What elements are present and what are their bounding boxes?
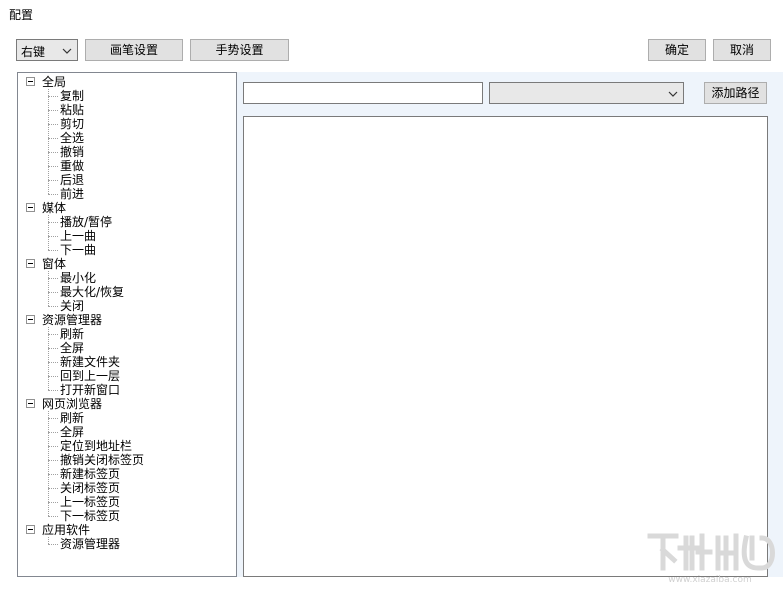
tree-item[interactable]: 播放/暂停 xyxy=(60,215,112,229)
mouse-button-value: 右键 xyxy=(21,45,46,59)
tree-item[interactable]: 最小化 xyxy=(60,271,96,285)
tree-group[interactable]: 资源管理器 xyxy=(42,313,102,327)
tree-group[interactable]: 网页浏览器 xyxy=(42,397,102,411)
tree-item[interactable]: 后退 xyxy=(60,173,84,187)
tree-group[interactable]: 媒体 xyxy=(42,201,66,215)
tree-item[interactable]: 新建标签页 xyxy=(60,467,120,481)
path-input[interactable] xyxy=(243,82,483,104)
tree-item[interactable]: 全屏 xyxy=(60,425,84,439)
tree-item[interactable]: 刷新 xyxy=(60,327,84,341)
tree-item[interactable]: 前进 xyxy=(60,187,84,201)
collapse-icon[interactable] xyxy=(26,315,35,324)
pen-settings-button[interactable]: 画笔设置 xyxy=(85,39,183,61)
tree-item[interactable]: 上一标签页 xyxy=(60,495,120,509)
tree-item[interactable]: 撤销 xyxy=(60,145,84,159)
tree-item[interactable]: 撤销关闭标签页 xyxy=(60,453,144,467)
tree-item[interactable]: 下一曲 xyxy=(60,243,96,257)
tree-item[interactable]: 刷新 xyxy=(60,411,84,425)
add-path-button[interactable]: 添加路径 xyxy=(704,82,767,104)
ok-button[interactable]: 确定 xyxy=(648,39,706,61)
tree-item[interactable]: 最大化/恢复 xyxy=(60,285,124,299)
tree-item[interactable]: 粘贴 xyxy=(60,103,84,117)
gesture-canvas[interactable] xyxy=(243,116,768,577)
tree-group[interactable]: 窗体 xyxy=(42,257,66,271)
watermark-logo: www.xiazaiba.com xyxy=(647,533,775,585)
collapse-icon[interactable] xyxy=(26,203,35,212)
chevron-down-icon xyxy=(62,48,72,54)
chevron-down-icon xyxy=(668,91,678,97)
window-title: 配置 xyxy=(9,8,34,22)
tree-group[interactable]: 全局 xyxy=(42,75,66,89)
tree-item[interactable]: 复制 xyxy=(60,89,84,103)
tree-item[interactable]: 上一曲 xyxy=(60,229,96,243)
tree-group[interactable]: 应用软件 xyxy=(42,523,90,537)
tree-item[interactable]: 回到上一层 xyxy=(60,369,120,383)
tree-item[interactable]: 重做 xyxy=(60,159,84,173)
tree-item[interactable]: 全屏 xyxy=(60,341,84,355)
tree-item[interactable]: 关闭标签页 xyxy=(60,481,120,495)
collapse-icon[interactable] xyxy=(26,399,35,408)
tree-item[interactable]: 剪切 xyxy=(60,117,84,131)
tree-item[interactable]: 定位到地址栏 xyxy=(60,439,132,453)
mouse-button-select[interactable]: 右键 xyxy=(16,39,78,61)
tree-item[interactable]: 关闭 xyxy=(60,299,84,313)
tree-item[interactable]: 新建文件夹 xyxy=(60,355,120,369)
tree-item[interactable]: 打开新窗口 xyxy=(60,383,120,397)
action-select[interactable] xyxy=(489,82,684,104)
gesture-tree[interactable]: 全局 复制 粘贴 剪切 全选 撤销 重做 后退 前进 媒体 播放/暂停 上一曲 下一曲 窗体 最小化 最大化/… xyxy=(17,72,237,577)
collapse-icon[interactable] xyxy=(26,525,35,534)
tree-item[interactable]: 资源管理器 xyxy=(60,537,120,551)
tree-item[interactable]: 全选 xyxy=(60,131,84,145)
collapse-icon[interactable] xyxy=(26,259,35,268)
collapse-icon[interactable] xyxy=(26,77,35,86)
gesture-settings-button[interactable]: 手势设置 xyxy=(190,39,289,61)
cancel-button[interactable]: 取消 xyxy=(713,39,771,61)
svg-text:www.xiazaiba.com: www.xiazaiba.com xyxy=(668,575,752,585)
tree-item[interactable]: 下一标签页 xyxy=(60,509,120,523)
